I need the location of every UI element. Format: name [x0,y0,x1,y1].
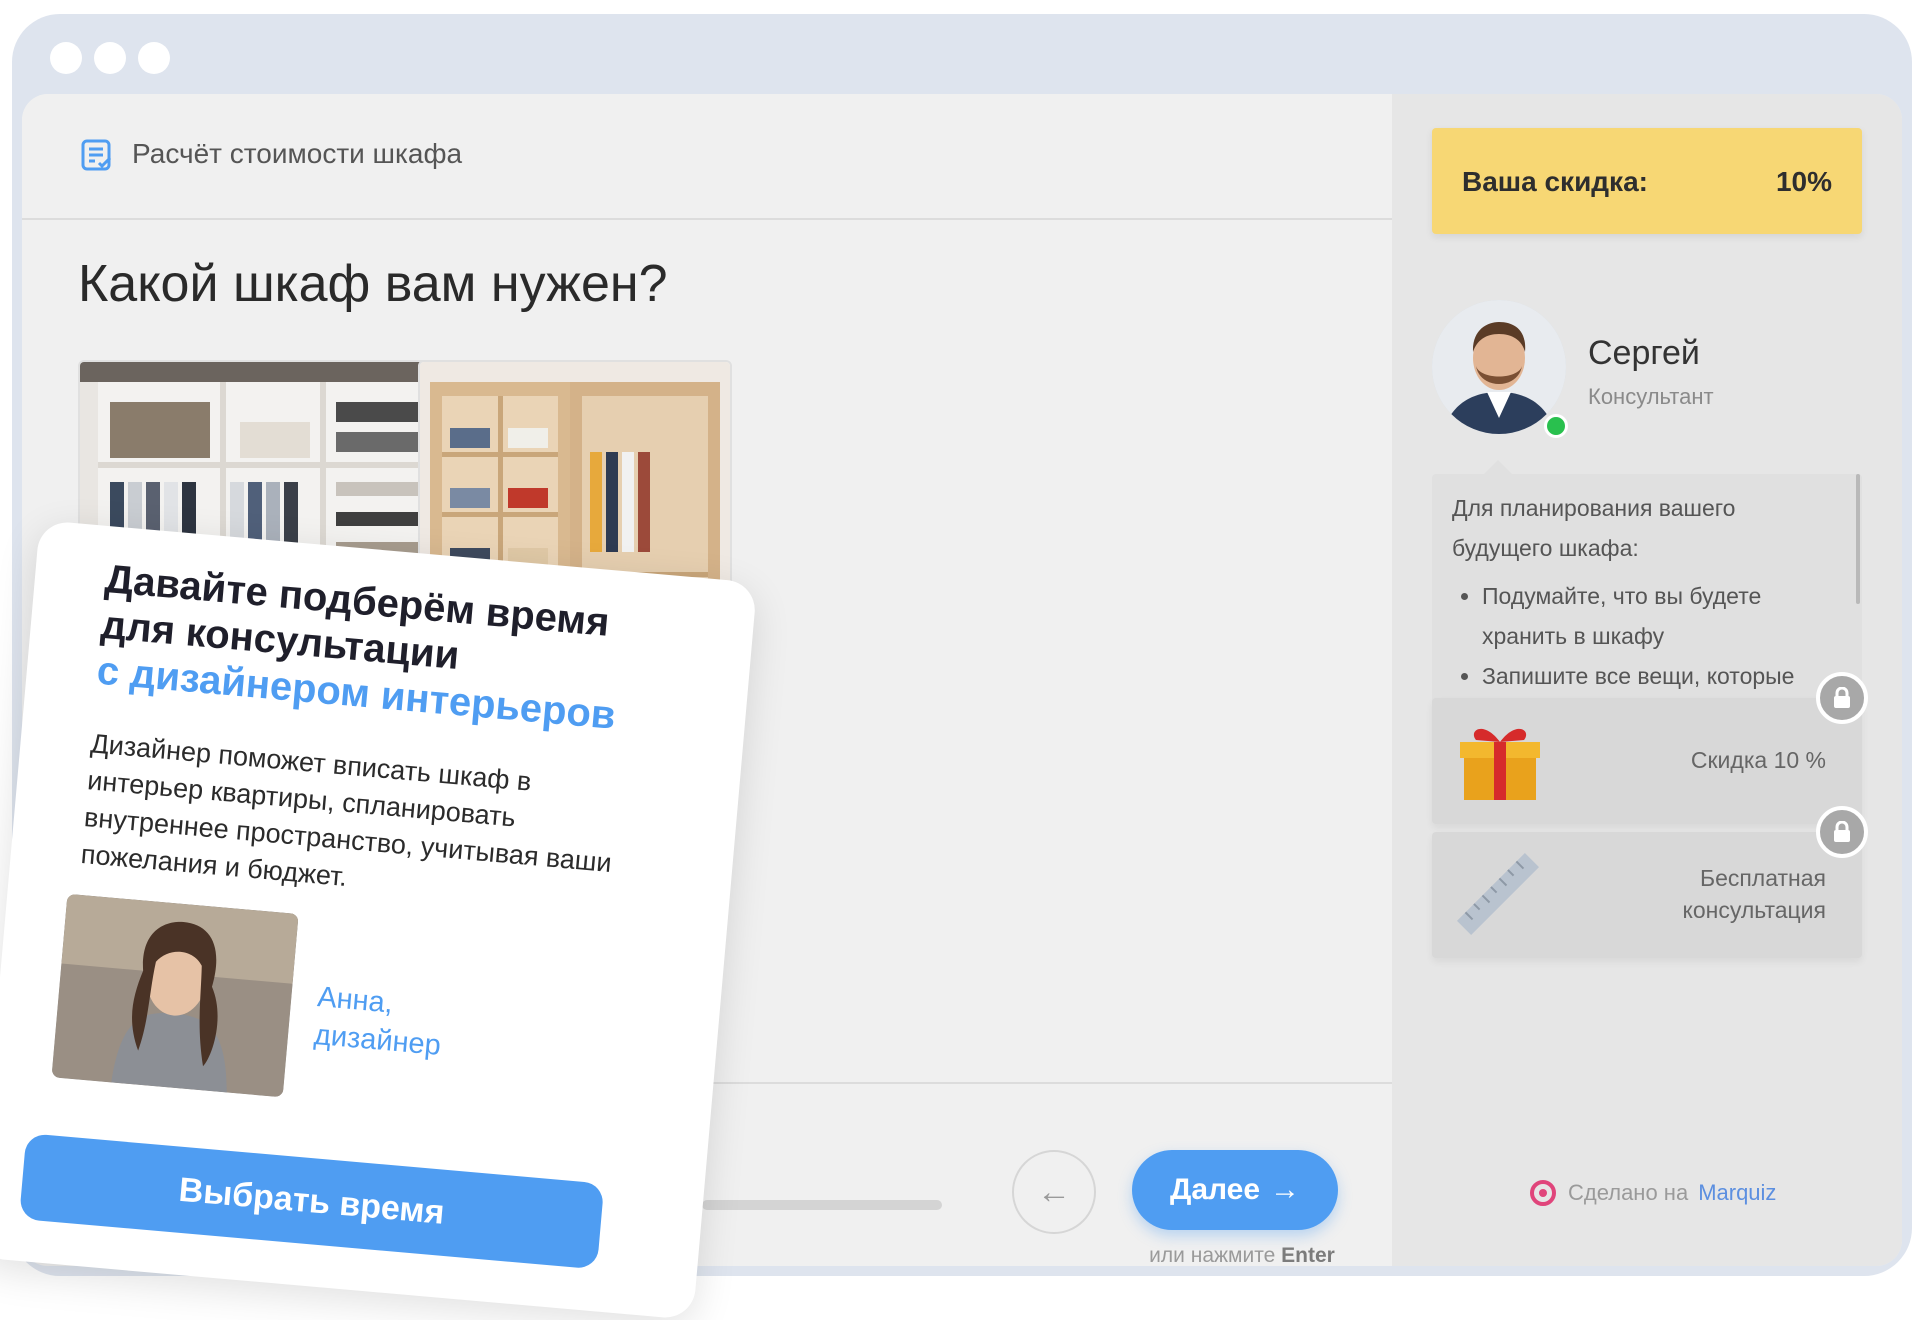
bonus-line: консультация [1682,897,1826,923]
progress-bar [702,1200,942,1210]
bonus-consultation-label: Бесплатная консультация [1683,862,1826,926]
avatar-photo [1432,300,1566,434]
next-button[interactable]: Далее → [1132,1150,1338,1230]
tip-intro: Для планирования вашего будущего шкафа: [1452,495,1736,561]
hint-key: Enter [1281,1244,1335,1266]
header-divider [22,218,1392,220]
bonus-discount: Скидка 10 % [1432,672,1868,824]
discount-value: 10% [1775,166,1832,197]
sidebar: Ваша скидка: 10% Сергей Консультант Для … [1392,94,1902,1266]
choose-time-button[interactable]: Выбрать время [19,1133,605,1270]
bonus-consultation: Бесплатная консультация [1432,806,1868,958]
checklist-icon [81,139,112,171]
consultant-name: Сергей [1588,334,1700,372]
gift-icon [1460,728,1540,800]
marquiz-logo-icon [1530,1180,1556,1206]
back-button[interactable]: ← [1012,1150,1096,1234]
hint-prefix: или нажмите [1149,1244,1276,1266]
consultant-avatar [1432,300,1568,438]
consultant-role: Консультант [1588,384,1714,409]
enter-hint: или нажмите Enter [1122,1244,1362,1266]
window-dot [94,42,126,74]
arrow-right-icon: → [1270,1173,1301,1206]
bonus-discount-label: Скидка 10 % [1690,747,1826,773]
next-button-label: Далее [1169,1173,1261,1206]
bonus-line: Бесплатная [1699,865,1826,891]
window-dot [50,42,82,74]
designer-name: Анна, дизайнер [313,978,446,1065]
discount-label: Ваша скидка: [1462,166,1648,197]
designer-photo [51,893,299,1098]
arrow-left-icon: ← [1037,1172,1071,1211]
designer-promo-card: Давайте подберём время для консультации … [0,520,758,1320]
quiz-title: Расчёт стоимости шкафа [132,138,463,169]
lock-icon [1816,806,1868,858]
promo-description: Дизайнер поможет вписать шкаф в интерьер… [79,728,613,893]
window-dot [138,42,170,74]
made-brand: Marquiz [1698,1180,1777,1205]
lock-icon [1816,672,1868,724]
tip-item: Подумайте, что вы будете хранить в шкафу [1482,576,1832,656]
discount-banner: Ваша скидка: 10% [1432,128,1862,234]
promo-title: Давайте подберём время для консультации … [95,556,705,746]
message-scrollbar[interactable] [1856,474,1860,604]
ruler-icon [1456,852,1540,936]
made-with-link[interactable]: Сделано на Marquiz [1528,1178,1776,1208]
made-prefix: Сделано на [1568,1180,1689,1205]
bubble-tail [1484,460,1512,474]
question-title: Какой шкаф вам нужен? [78,255,668,313]
online-status-dot [1544,414,1568,438]
